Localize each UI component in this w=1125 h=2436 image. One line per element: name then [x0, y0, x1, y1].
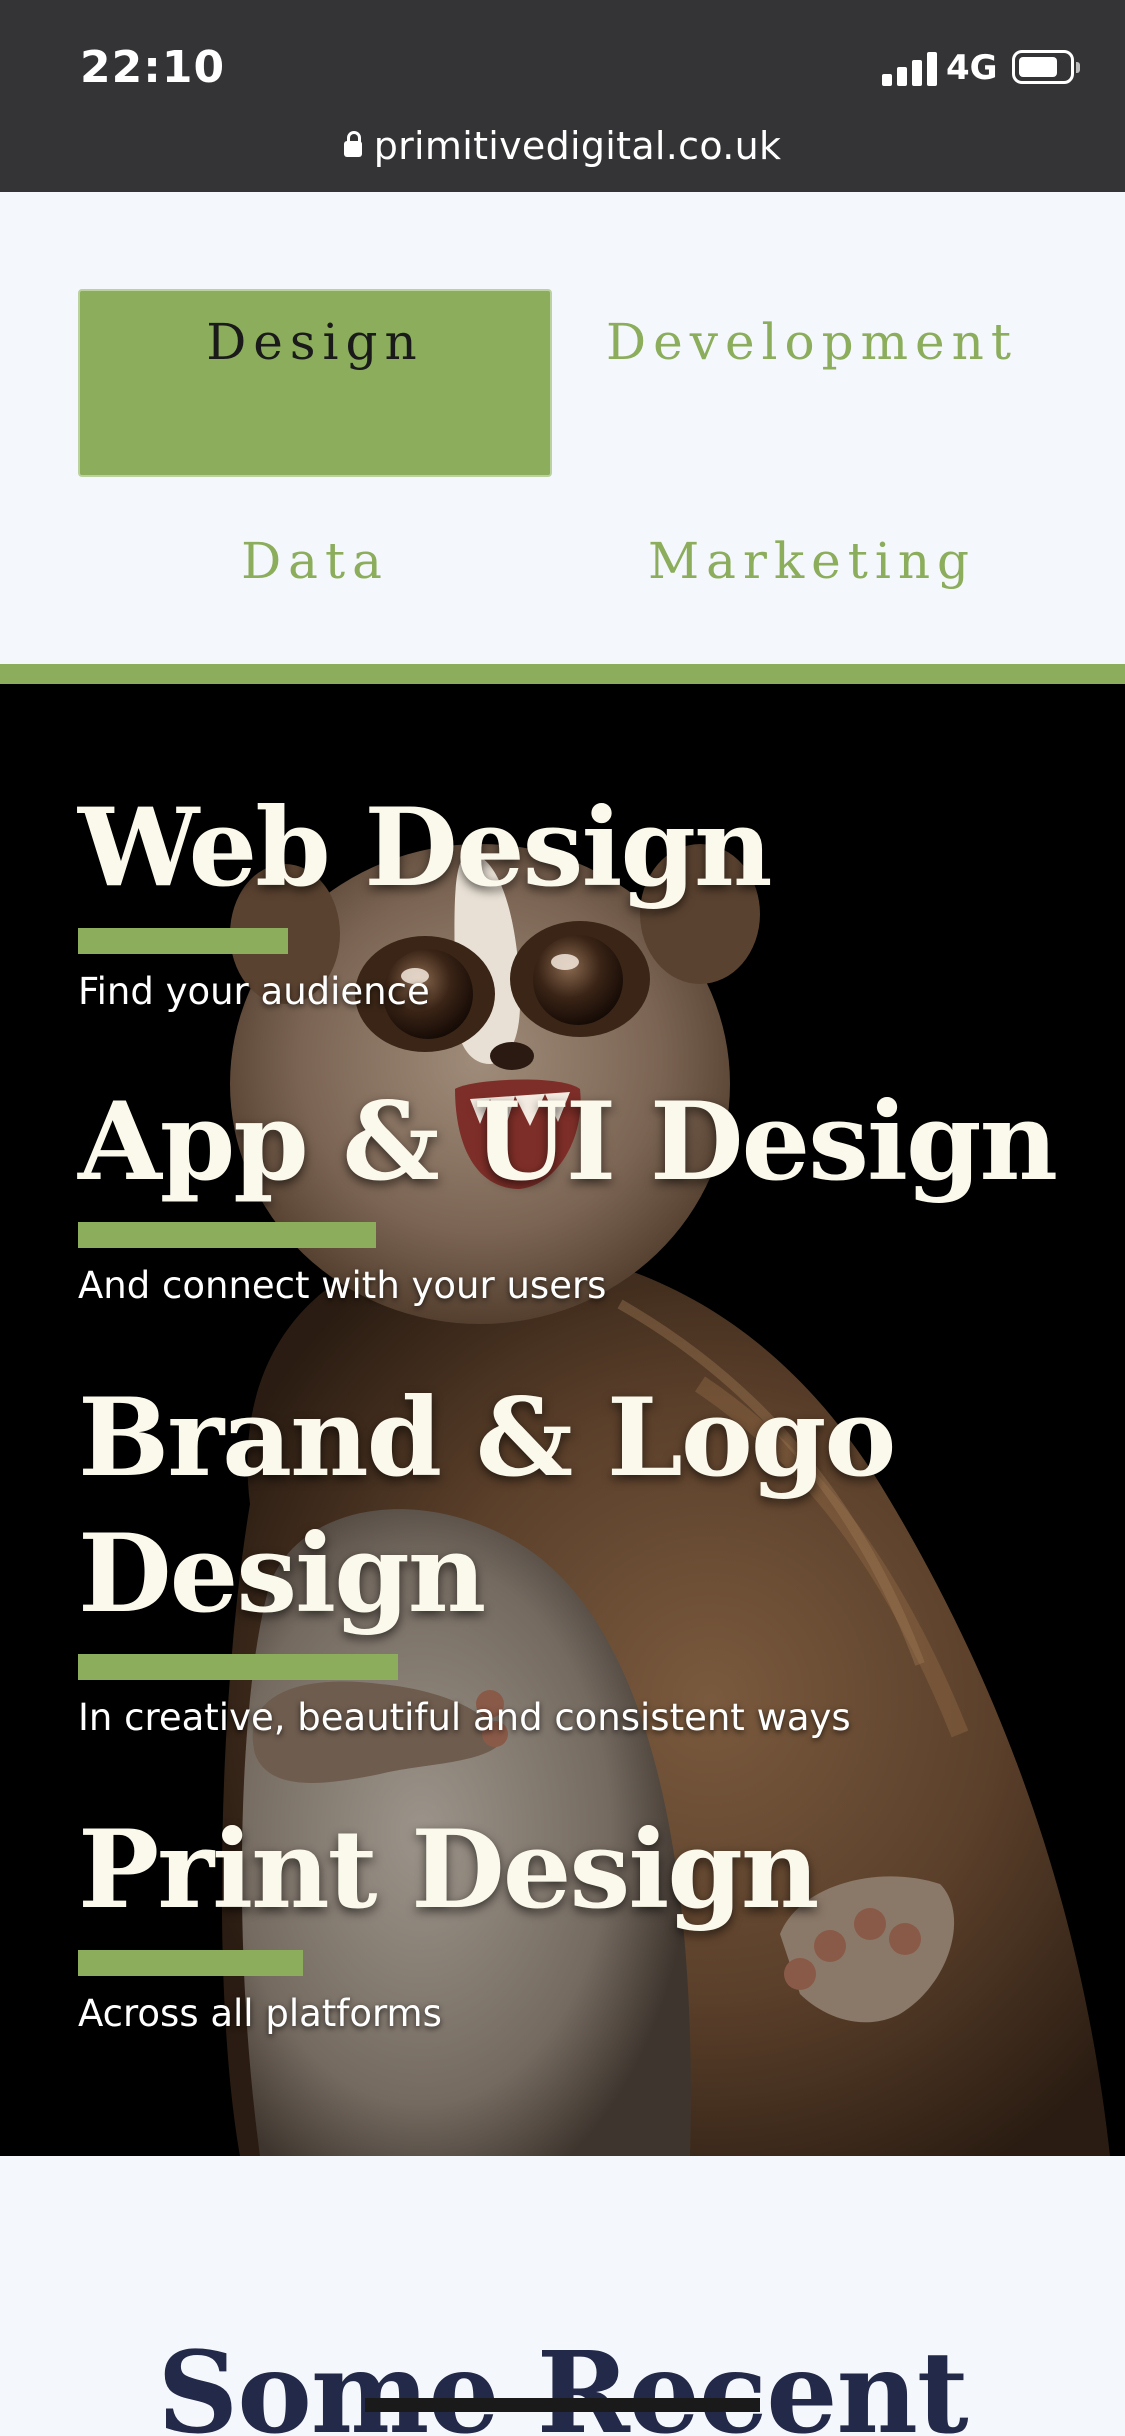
tab-marketing[interactable]: Marketing: [602, 532, 1022, 590]
battery-level: [1019, 57, 1057, 77]
network-type: 4G: [946, 48, 998, 88]
tab-design[interactable]: Design: [78, 289, 552, 477]
service-web-design[interactable]: Web Design Find your audience: [78, 780, 1078, 1013]
design-services-hero: Web Design Find your audience App & UI D…: [0, 684, 1125, 2156]
service-title: App & UI Design: [78, 1079, 1058, 1205]
url-bar[interactable]: primitivedigital.co.uk: [0, 124, 1125, 168]
service-subtitle: Across all platforms: [78, 1992, 442, 2035]
recent-work-section: Some Recent: [0, 2156, 1125, 2436]
browser-chrome: 22:10 4G primitivedigital.co.uk: [0, 0, 1125, 192]
service-subtitle: Find your audience: [78, 970, 430, 1013]
heading-strike-line: [365, 2398, 760, 2412]
service-subtitle: And connect with your users: [78, 1264, 607, 1307]
service-print-design[interactable]: Print Design Across all platforms: [78, 1802, 1078, 2035]
cellular-signal-icon: [882, 50, 938, 86]
service-title: Brand & Logo Design: [78, 1375, 896, 1637]
section-divider: [0, 664, 1125, 684]
service-title: Print Design: [78, 1807, 819, 1933]
lock-icon: [343, 131, 362, 157]
section-heading: Some Recent: [157, 2328, 968, 2436]
title-underline: [78, 1222, 376, 1248]
title-underline: [78, 1950, 303, 1976]
title-underline: [78, 1654, 398, 1680]
tab-data[interactable]: Data: [78, 532, 552, 590]
service-subtitle: In creative, beautiful and consistent wa…: [78, 1696, 851, 1739]
service-tabs: Design Development Data Marketing: [0, 192, 1125, 664]
status-time: 22:10: [80, 42, 226, 93]
battery-icon: [1012, 50, 1080, 84]
service-app-ui-design[interactable]: App & UI Design And connect with your us…: [78, 1074, 1078, 1307]
service-brand-logo-design[interactable]: Brand & Logo Design In creative, beautif…: [78, 1370, 1078, 1739]
service-title: Web Design: [78, 785, 773, 911]
url-text: primitivedigital.co.uk: [373, 124, 782, 168]
title-underline: [78, 928, 288, 954]
tab-development[interactable]: Development: [602, 307, 1022, 377]
